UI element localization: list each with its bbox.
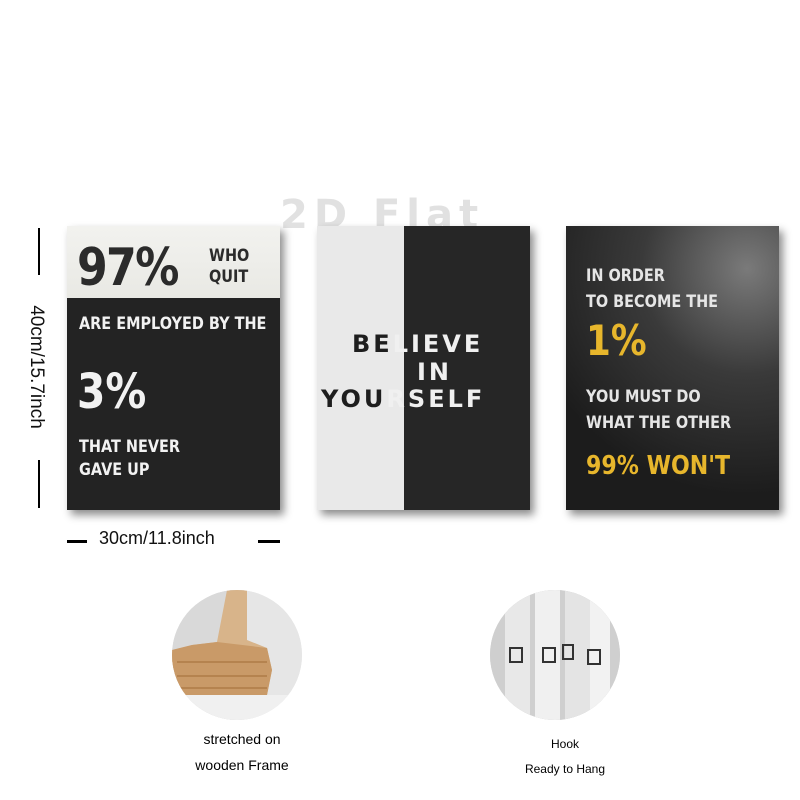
employed-line: ARE EMPLOYED BY THE xyxy=(79,314,267,334)
big-percent: 97% xyxy=(77,238,179,298)
what-the-other-text: WHAT THE OTHER xyxy=(586,413,732,433)
frame-caption-line-2: wooden Frame xyxy=(195,757,289,773)
yourself-line: YOURSELF xyxy=(321,385,485,413)
in-text: IN xyxy=(417,358,453,386)
in-line: IN xyxy=(417,358,452,386)
never-gave-up-line-2: GAVE UP xyxy=(79,460,150,480)
who-text: WHO xyxy=(209,246,250,266)
never-gave-up-text: THAT NEVER GAVE UP xyxy=(79,436,180,482)
canvas-middle: BELIEVE IN YOURSELF xyxy=(317,226,530,510)
never-gave-up-line-1: THAT NEVER xyxy=(79,437,181,457)
yourself-dark-part: YOU xyxy=(321,385,387,413)
to-become-text: TO BECOME THE xyxy=(586,292,719,312)
who-quit-text: WHO QUIT xyxy=(209,246,250,288)
believe-line: BELIEVE xyxy=(352,330,483,358)
yourself-light-part: RSELF xyxy=(386,385,486,413)
width-dimension-line-left xyxy=(67,540,87,543)
ninety-nine-percent-text: 99% WON'T xyxy=(586,451,731,481)
canvas-left: 97% WHO QUIT ARE EMPLOYED BY THE 3% THAT… xyxy=(67,226,280,510)
canvas-right: IN ORDER TO BECOME THE 1% YOU MUST DO WH… xyxy=(566,226,779,510)
in-order-text: IN ORDER xyxy=(586,266,665,286)
width-dimension-label: 30cm/11.8inch xyxy=(99,528,215,548)
hook-caption-line-1: Hook xyxy=(550,737,579,751)
quit-text: QUIT xyxy=(209,267,249,287)
one-percent-text: 1% xyxy=(586,316,647,365)
believe-light-part: LIEVE xyxy=(392,330,484,358)
hook-caption-line-2: Ready to Hang xyxy=(524,762,606,776)
frame-caption-line-1: stretched on xyxy=(203,731,281,747)
height-dimension-label: 40cm/15.7inch xyxy=(26,305,47,429)
believe-dark-part: BE xyxy=(352,330,393,358)
you-must-do-text: YOU MUST DO xyxy=(586,387,701,407)
width-dimension-line-right xyxy=(258,540,280,543)
hook-detail-image xyxy=(490,590,620,720)
wooden-frame-detail-image xyxy=(172,590,302,720)
small-percent: 3% xyxy=(77,364,147,420)
